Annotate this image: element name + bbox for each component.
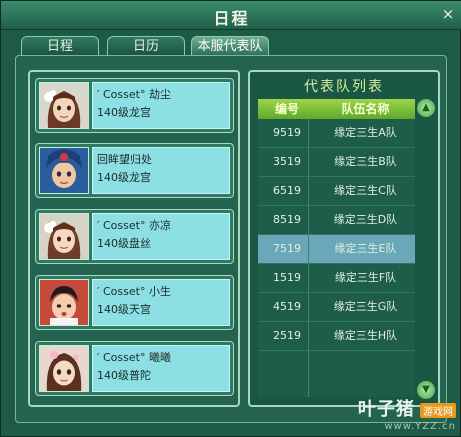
team-name: 缘定三生B队 [334,155,397,168]
scroll-up-icon[interactable]: ▲ [417,99,435,117]
column-divider [308,119,309,397]
team-name: 缘定三生A队 [334,126,397,139]
watermark-badge: 游戏网 [420,403,456,418]
watermark: 叶子猪 游戏网 www.YZZ.cn [358,395,456,432]
member-info: 回眸望归处 140级龙宫 [92,147,230,194]
table-row[interactable]: 6519 缘定三生C队 [258,177,415,206]
member-name: ′ Cosset° 劫尘 [97,88,171,101]
table-row[interactable]: 1519 缘定三生F队 [258,264,415,293]
member-card[interactable]: ′ Cosset° 曦曦 140级普陀 [35,341,234,396]
member-level-school: 140级龙宫 [97,106,151,119]
team-name: 缘定三生D队 [333,213,398,226]
team-name: 缘定三生F队 [334,271,397,284]
member-card[interactable]: 回眸望归处 140级龙宫 [35,143,234,198]
table-row[interactable]: 9519 缘定三生A队 [258,119,415,148]
avatar [39,147,89,194]
member-level-school: 140级龙宫 [97,171,151,184]
member-card[interactable]: ′ Cosset° 劫尘 140级龙宫 [35,78,234,133]
member-level-school: 140级天宫 [97,303,151,316]
watermark-brand: 叶子猪 [357,399,415,420]
tab-schedule[interactable]: 日程 [21,36,99,55]
close-icon[interactable]: × [440,6,456,22]
member-card[interactable]: ′ Cosset° 小生 140级天宫 [35,275,234,330]
window-title: 日程 [213,9,250,28]
scrollbar[interactable]: ▲ ▼ [417,99,435,399]
avatar [39,279,89,326]
schedule-window: 日程 × 日程 日历 本服代表队 ′ Cosset° 劫尘 140级龙宫 回眸望… [0,0,461,437]
avatar [39,82,89,129]
member-info: ′ Cosset° 曦曦 140级普陀 [92,345,230,392]
member-name: ′ Cosset° 小生 [97,285,171,298]
team-name: 缘定三生H队 [333,329,398,342]
team-rows: 9519 缘定三生A队 3519 缘定三生B队 6519 缘定三生C队 8519… [258,119,415,397]
member-info: ′ Cosset° 小生 140级天宫 [92,279,230,326]
avatar [39,345,89,392]
member-level-school: 140级普陀 [97,369,151,382]
member-name: 回眸望归处 [97,153,152,166]
table-row[interactable]: 8519 缘定三生D队 [258,206,415,235]
tab-calendar[interactable]: 日历 [107,36,185,55]
column-header-id: 编号 [274,102,299,116]
table-row-selected[interactable]: 7519 缘定三生E队 [258,235,415,264]
team-name: 缘定三生E队 [334,242,397,255]
title-bar[interactable]: 日程 × [1,1,461,30]
team-members-panel: ′ Cosset° 劫尘 140级龙宫 回眸望归处 140级龙宫 ′ Cosse… [28,70,240,407]
table-row-empty [258,351,415,397]
team-name: 缘定三生C队 [334,184,397,197]
table-row[interactable]: 4519 缘定三生G队 [258,293,415,322]
team-list-title: 代表队列表 [304,79,384,95]
team-name: 缘定三生G队 [333,300,398,313]
team-list-panel: 代表队列表 编号 队伍名称 9519 缘定三生A队 3519 缘定三生B队 65… [248,70,440,407]
member-info: ′ Cosset° 亦凉 140级盘丝 [92,213,230,260]
member-name: ′ Cosset° 曦曦 [97,351,171,364]
tab-server-team[interactable]: 本服代表队 [191,36,269,56]
member-card[interactable]: ′ Cosset° 亦凉 140级盘丝 [35,209,234,264]
member-level-school: 140级盘丝 [97,237,151,250]
table-header: 编号 队伍名称 [258,99,415,119]
column-header-team-name: 队伍名称 [341,102,390,116]
watermark-url: www.YZZ.cn [384,421,456,432]
member-info: ′ Cosset° 劫尘 140级龙宫 [92,82,230,129]
table-row[interactable]: 2519 缘定三生H队 [258,322,415,351]
avatar [39,213,89,260]
table-row[interactable]: 3519 缘定三生B队 [258,148,415,177]
member-name: ′ Cosset° 亦凉 [97,219,171,232]
